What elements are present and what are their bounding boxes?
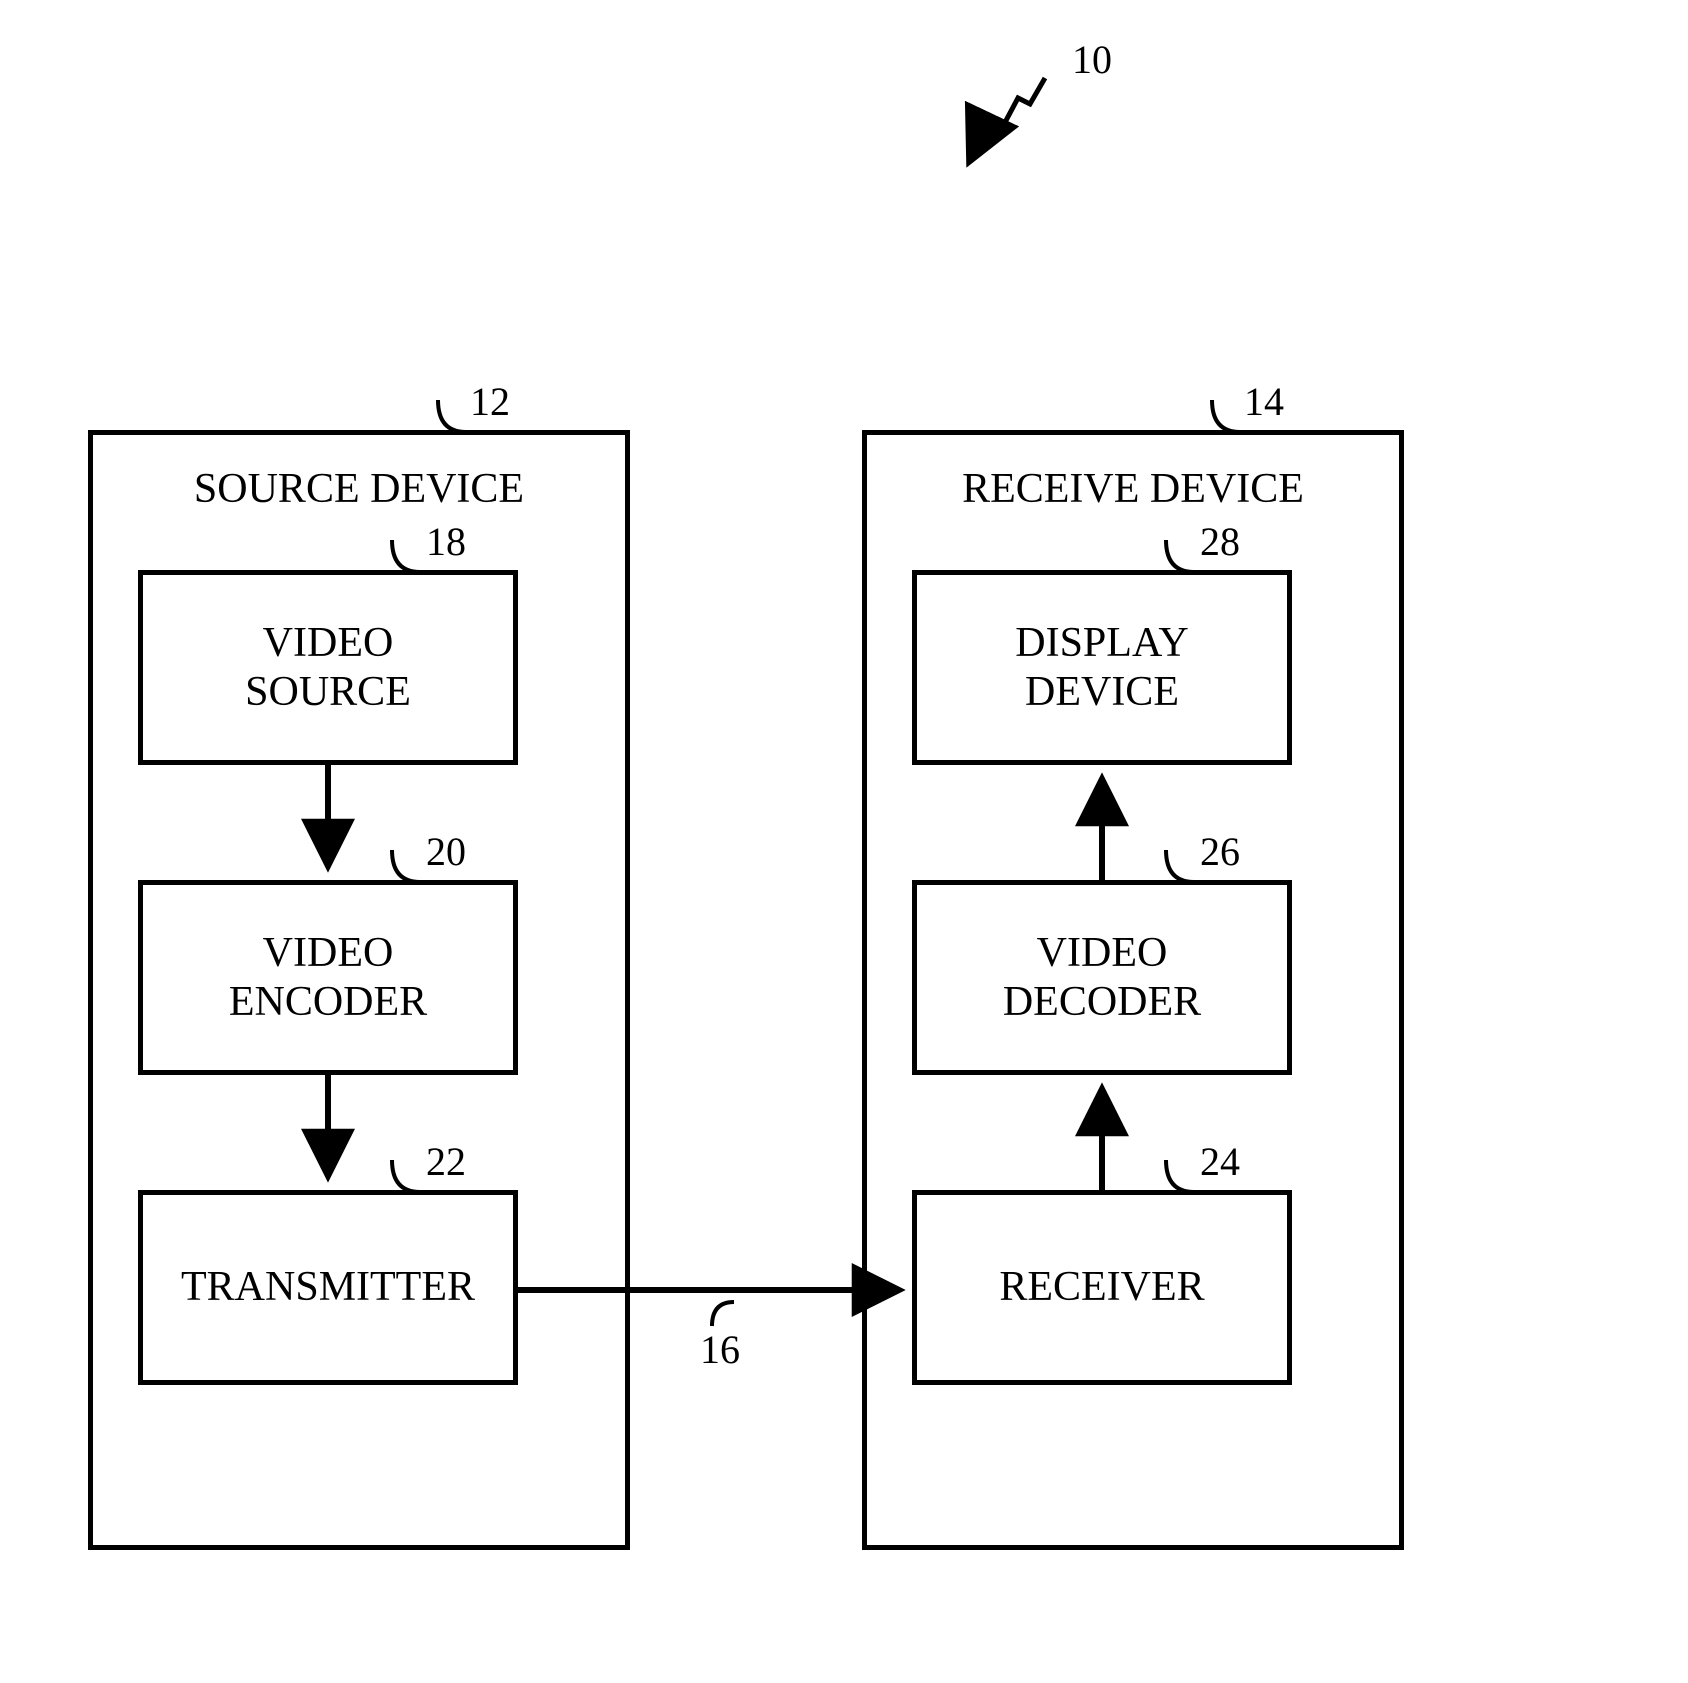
video-decoder-ref: 26 xyxy=(1200,828,1240,875)
display-device-ref: 28 xyxy=(1200,518,1240,565)
display-device-label: DISPLAY DEVICE xyxy=(1015,619,1189,716)
transmitter-ref: 22 xyxy=(426,1138,466,1185)
arrow-up-icon xyxy=(1084,765,1120,880)
video-encoder-block: VIDEO ENCODER xyxy=(138,880,518,1075)
transmitter-label: TRANSMITTER xyxy=(181,1263,475,1311)
receiver-label: RECEIVER xyxy=(999,1263,1204,1311)
receiver-ref: 24 xyxy=(1200,1138,1240,1185)
video-source-ref: 18 xyxy=(426,518,466,565)
arrow-down-icon xyxy=(310,765,346,880)
display-device-block: DISPLAY DEVICE xyxy=(912,570,1292,765)
figure-ref-label: 10 xyxy=(1072,36,1112,83)
receive-device-title: RECEIVE DEVICE xyxy=(867,465,1399,513)
receive-device-ref: 14 xyxy=(1244,378,1284,425)
video-encoder-ref: 20 xyxy=(426,828,466,875)
transmitter-block: TRANSMITTER xyxy=(138,1190,518,1385)
diagram-canvas: { "figure_ref": "10", "source_device": {… xyxy=(0,0,1688,1683)
video-source-label: VIDEO SOURCE xyxy=(245,619,411,716)
receiver-block: RECEIVER xyxy=(912,1190,1292,1385)
video-encoder-label: VIDEO ENCODER xyxy=(229,929,427,1026)
arrow-up-icon xyxy=(1084,1075,1120,1190)
video-decoder-block: VIDEO DECODER xyxy=(912,880,1292,1075)
source-device-ref: 12 xyxy=(470,378,510,425)
video-source-block: VIDEO SOURCE xyxy=(138,570,518,765)
arrow-down-icon xyxy=(310,1075,346,1190)
link-ref: 16 xyxy=(700,1326,740,1373)
video-decoder-label: VIDEO DECODER xyxy=(1003,929,1201,1026)
source-device-title: SOURCE DEVICE xyxy=(93,465,625,513)
